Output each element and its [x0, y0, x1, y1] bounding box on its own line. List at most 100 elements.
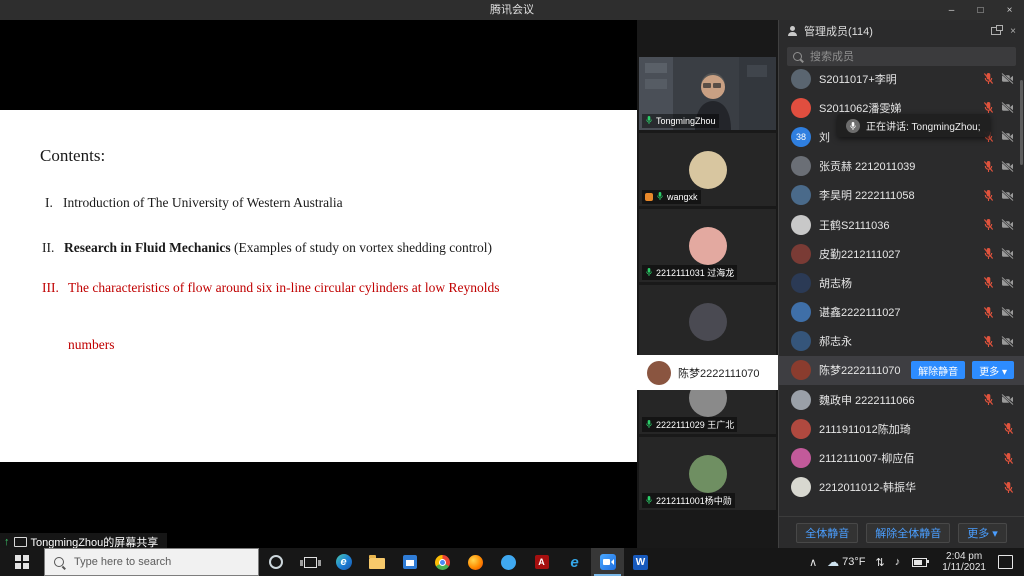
network-icon[interactable]: ⇅ — [871, 548, 890, 576]
panel-close-icon[interactable]: × — [1010, 26, 1016, 37]
member-panel-footer: 全体静音 解除全体静音 更多 ▾ — [779, 516, 1024, 548]
participant-avatar — [689, 303, 727, 341]
member-search-input[interactable] — [808, 50, 1010, 64]
member-row[interactable]: 2212011012-韩振华 — [779, 473, 1024, 502]
member-row[interactable]: 2112111007-柳应佰 — [779, 443, 1024, 472]
tencent-meeting-taskbar-button[interactable] — [591, 548, 624, 576]
mic-off-icon[interactable] — [983, 276, 994, 289]
file-explorer-taskbar-button[interactable] — [360, 548, 393, 576]
camera-off-icon[interactable] — [1001, 190, 1014, 201]
member-row[interactable]: 皮勤2212111027 — [779, 239, 1024, 268]
taskbar-search[interactable] — [44, 548, 259, 576]
store-taskbar-button[interactable] — [393, 548, 426, 576]
member-name: 魏政申 2222111066 — [819, 392, 975, 408]
weather-widget[interactable]: ☁ 73°F — [822, 548, 870, 576]
more-button[interactable]: 更多 ▾ — [958, 523, 1007, 543]
taskbar-apps: eAeW — [327, 548, 657, 576]
start-button[interactable] — [0, 548, 44, 576]
task-view-button[interactable] — [293, 548, 327, 576]
camera-off-icon[interactable] — [1001, 131, 1014, 142]
popout-icon[interactable] — [991, 27, 1001, 35]
member-avatar — [791, 419, 811, 439]
camera-off-icon[interactable] — [1001, 336, 1014, 347]
unmute-button[interactable]: 解除静音 — [911, 361, 965, 379]
cortana-button[interactable] — [259, 548, 293, 576]
camera-off-icon[interactable] — [1001, 248, 1014, 259]
slide-item-3: III. The characteristics of flow around … — [42, 280, 500, 296]
clock[interactable]: 2:04 pm 1/11/2021 — [934, 551, 994, 573]
taskbar-search-input[interactable] — [72, 555, 249, 569]
action-center-icon[interactable] — [998, 555, 1013, 569]
battery-icon[interactable] — [905, 548, 934, 576]
member-row[interactable]: 王鹤S2111036 — [779, 210, 1024, 239]
acrobat-taskbar-button[interactable]: A — [525, 548, 558, 576]
member-row[interactable]: S2011017+李明 — [779, 64, 1024, 93]
hidden-icons-button[interactable]: ∧ — [804, 548, 822, 576]
mic-off-icon[interactable] — [983, 101, 994, 114]
minimize-button[interactable]: – — [937, 0, 966, 20]
firefox-taskbar-button[interactable] — [459, 548, 492, 576]
tile-name-label: 2212111001杨中勋 — [642, 493, 735, 508]
camera-off-icon[interactable] — [1001, 394, 1014, 405]
member-avatar — [791, 360, 811, 380]
member-avatar — [791, 185, 811, 205]
mic-off-icon[interactable] — [1003, 452, 1014, 465]
camera-off-icon[interactable] — [1001, 161, 1014, 172]
weather-icon: ☁ — [827, 555, 839, 569]
member-row[interactable]: 郝志永 — [779, 327, 1024, 356]
video-tile[interactable]: 2212111001杨中勋 — [639, 437, 776, 510]
unmute-all-button[interactable]: 解除全体静音 — [866, 523, 950, 543]
volume-icon[interactable]: ♪ — [890, 548, 906, 576]
acrobat-icon: A — [535, 555, 549, 569]
member-row[interactable]: 谌鑫2222111027 — [779, 298, 1024, 327]
member-name: S2011017+李明 — [819, 71, 975, 87]
member-row[interactable]: 张贡赫 2212011039 — [779, 152, 1024, 181]
mic-off-icon[interactable] — [983, 306, 994, 319]
chrome-taskbar-button[interactable] — [426, 548, 459, 576]
edge-taskbar-button[interactable]: e — [327, 548, 360, 576]
member-name: 谌鑫2222111027 — [819, 304, 975, 320]
member-row[interactable]: 胡志杨 — [779, 268, 1024, 297]
mic-off-icon[interactable] — [983, 335, 994, 348]
mic-off-icon[interactable] — [983, 72, 994, 85]
taskbar: eAeW ∧ ☁ 73°F ⇅♪ 2:04 pm 1/11/2021 — [0, 548, 1024, 576]
member-row[interactable]: 李昊明 2222111058 — [779, 181, 1024, 210]
word-taskbar-button[interactable]: W — [624, 548, 657, 576]
ie-taskbar-button[interactable]: e — [558, 548, 591, 576]
member-avatar — [791, 69, 811, 89]
video-tile[interactable]: 2212111031 过海龙 — [639, 209, 776, 282]
mic-icon — [656, 191, 664, 203]
windows-logo-icon — [15, 555, 30, 570]
member-avatar — [791, 477, 811, 497]
member-row[interactable]: 魏政申 2222111066 — [779, 385, 1024, 414]
camera-off-icon[interactable] — [1001, 277, 1014, 288]
camera-off-icon[interactable] — [1001, 307, 1014, 318]
panel-scrollbar[interactable] — [1020, 80, 1023, 165]
video-tile[interactable]: wangxk — [639, 133, 776, 206]
mute-all-button[interactable]: 全体静音 — [796, 523, 858, 543]
video-tile[interactable] — [639, 285, 776, 358]
mic-off-icon[interactable] — [1003, 422, 1014, 435]
camera-off-icon[interactable] — [1001, 102, 1014, 113]
file-explorer-icon — [369, 558, 385, 569]
word-icon: W — [633, 555, 648, 570]
mic-off-icon[interactable] — [983, 160, 994, 173]
mic-off-icon[interactable] — [983, 218, 994, 231]
mic-off-icon[interactable] — [983, 247, 994, 260]
member-row[interactable]: 2111911012陈加琦 — [779, 414, 1024, 443]
mic-off-icon[interactable] — [1003, 481, 1014, 494]
maximize-button[interactable]: □ — [966, 0, 995, 20]
qq-taskbar-button[interactable] — [492, 548, 525, 576]
mic-off-icon[interactable] — [983, 189, 994, 202]
camera-off-icon[interactable] — [1001, 219, 1014, 230]
close-button[interactable]: × — [995, 0, 1024, 20]
mic-off-icon[interactable] — [983, 393, 994, 406]
member-avatar — [791, 273, 811, 293]
camera-off-icon[interactable] — [1001, 73, 1014, 84]
member-row[interactable]: 陈梦2222111070解除静音更多 ▾ — [779, 356, 1024, 385]
member-avatar — [791, 215, 811, 235]
edge-icon: e — [336, 554, 352, 570]
tile-name-label: TongmingZhou — [642, 114, 719, 128]
member-more-button[interactable]: 更多 ▾ — [972, 361, 1014, 379]
video-tile[interactable]: TongmingZhou — [639, 57, 776, 130]
